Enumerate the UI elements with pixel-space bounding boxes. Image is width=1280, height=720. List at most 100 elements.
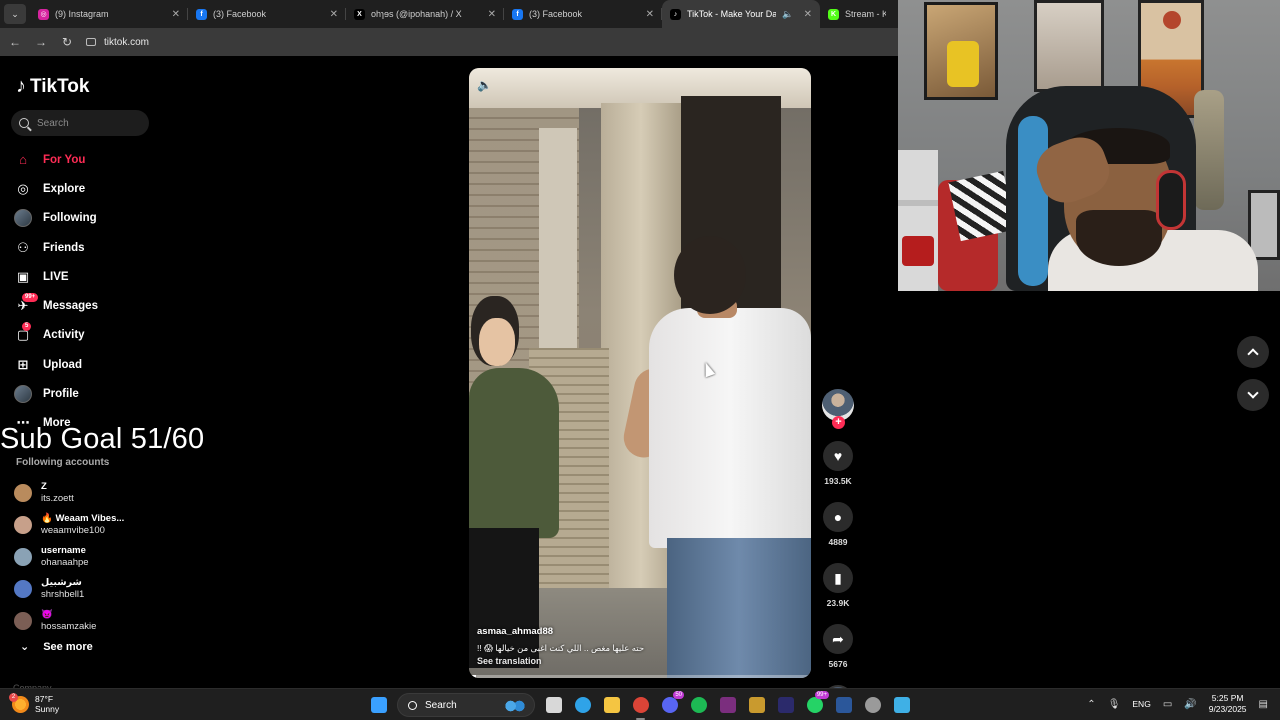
taskbar-search[interactable]: Search (397, 693, 535, 717)
browser-tab[interactable]: ◎ (9) Instagram ✕ (30, 0, 188, 28)
volume-icon[interactable]: 🔊 (1184, 699, 1196, 710)
windows-start-icon[interactable] (364, 693, 393, 717)
sidebar-item-live[interactable]: ▣ LIVE (14, 262, 98, 291)
app-purple-icon[interactable] (713, 693, 742, 717)
clock[interactable]: 5:25 PM 9/23/2025 (1209, 693, 1247, 715)
close-tab-icon[interactable]: ✕ (804, 9, 812, 20)
sidebar-item-label: LIVE (43, 270, 69, 283)
network-icon[interactable]: ▭ (1163, 699, 1172, 710)
sidebar-item-friends[interactable]: ⚇ Friends (14, 233, 98, 262)
back-icon[interactable]: ← (8, 35, 22, 49)
tab-label: TikTok - Make Your Day (687, 9, 777, 19)
save-button[interactable]: ▮ (823, 563, 853, 593)
weather-condition: Sunny (35, 704, 60, 714)
clock-time: 5:25 PM (1211, 693, 1244, 703)
sidebar-item-messages[interactable]: ✈ 99+ Messages (14, 291, 98, 320)
browser-tab[interactable]: Xohɿɘs (@ipohanah) / X ✕ (346, 0, 504, 28)
follow-plus-icon[interactable]: + (832, 416, 845, 429)
tray-chevron-up-icon[interactable]: ⌃ (1087, 699, 1095, 710)
list-item[interactable]: Zits.zoett (14, 477, 124, 509)
chrome-icon[interactable] (626, 693, 655, 720)
see-translation-link[interactable]: See translation (477, 656, 542, 666)
logo-text: TikTok (30, 75, 90, 97)
language-indicator[interactable]: ENG (1132, 699, 1150, 709)
browser-tab[interactable]: ♪ TikTok - Make Your Day 🔈 ✕ (662, 0, 820, 28)
creator-avatar[interactable]: + (822, 389, 854, 429)
previous-video-button[interactable] (1237, 336, 1269, 368)
notifications-icon[interactable]: ▤ (1259, 699, 1268, 710)
spotify-icon[interactable] (684, 693, 713, 717)
list-item[interactable]: 👿 hossamzakie (14, 605, 124, 637)
tiktok-logo[interactable]: ♪ TikTok (16, 75, 89, 98)
premiere-icon[interactable] (771, 693, 800, 717)
task-view-icon[interactable] (539, 693, 568, 717)
sidebar-item-explore[interactable]: ◎ Explore (14, 174, 98, 203)
list-item[interactable]: 🔥 Weaam Vibes... weaamvibe100 (14, 509, 124, 541)
address-bar: ← → ↻ tiktok.com (0, 28, 898, 56)
search-icon (19, 118, 29, 128)
clock-date: 9/23/2025 (1208, 704, 1247, 714)
share-button[interactable]: ➦ (823, 624, 853, 654)
sidebar-item-profile[interactable]: Profile (14, 379, 98, 408)
video-progress-bar[interactable] (469, 675, 811, 678)
browser-tab[interactable]: f (3) Facebook ✕ (504, 0, 662, 28)
sidebar-item-for-you[interactable]: ⌂ For You (14, 145, 98, 174)
close-tab-icon[interactable]: ✕ (172, 9, 180, 20)
browser-tab-bar: ⌄ ◎ (9) Instagram ✕ f (3) Facebook ✕ Xohɿɘs (@… (0, 0, 898, 28)
reload-icon[interactable]: ↻ (60, 35, 74, 49)
app-circle-icon[interactable] (858, 693, 887, 717)
next-video-button[interactable] (1237, 379, 1269, 411)
sun-icon: 2 (9, 692, 29, 713)
weather-widget[interactable]: 2 87°F Sunny (9, 692, 60, 714)
see-more-button[interactable]: ⌄ See more (20, 640, 93, 654)
sidebar-item-label: Following (43, 212, 97, 225)
microphone-icon[interactable]: 🎙 (1108, 699, 1121, 710)
forward-icon[interactable]: → (34, 35, 48, 49)
list-item[interactable]: username ohanaahpe (14, 541, 124, 573)
sidebar-item-upload[interactable]: ⊞ Upload (14, 350, 98, 379)
x-icon: X (354, 8, 365, 20)
weather-temp: 87°F (35, 694, 54, 704)
windows-taskbar: 2 87°F Sunny Search 50 99+ ⌃ 🎙 ENG ▭ 🔊 5:2… (0, 688, 1280, 720)
tab-label: (9) Instagram (55, 9, 109, 19)
kick-icon: K (828, 8, 839, 20)
avatar (14, 385, 32, 404)
video-progress-fill (469, 675, 476, 678)
close-tab-icon[interactable]: ✕ (646, 9, 654, 20)
like-button[interactable]: ♥ (823, 441, 853, 471)
video-player[interactable]: 🔈 asmaa_ahmad88 حته عليها مغص .. اللي كن… (469, 68, 811, 678)
volume-icon[interactable]: 🔈 (477, 78, 492, 92)
list-item[interactable]: شرشبيل shrshbell1 (14, 573, 124, 605)
close-tab-icon[interactable]: ✕ (330, 9, 338, 20)
notepad-icon[interactable] (887, 693, 916, 717)
app-badge: 50 (673, 691, 684, 699)
app-gold-icon[interactable] (742, 693, 771, 717)
sidebar-item-following[interactable]: Following (14, 204, 98, 233)
video-author[interactable]: asmaa_ahmad88 (477, 626, 553, 637)
discord-icon[interactable]: 50 (655, 691, 684, 717)
account-display-name: شرشبيل (41, 577, 82, 588)
word-icon[interactable] (829, 693, 858, 717)
instagram-icon: ◎ (38, 8, 49, 20)
whatsapp-icon[interactable]: 99+ (800, 691, 829, 717)
tab-audio-icon[interactable]: 🔈 (782, 9, 793, 20)
heart-icon: ♥ (833, 448, 843, 464)
account-username: ohanaahpe (41, 557, 89, 568)
account-username: hossamzakie (41, 621, 97, 632)
taskbar-apps: Search 50 99+ (364, 691, 916, 720)
search-input[interactable]: Search (11, 110, 149, 136)
comment-button[interactable]: ● (823, 502, 853, 532)
edge-icon[interactable] (568, 693, 597, 717)
tiktok-note-icon: ♪ (16, 75, 26, 97)
url-field[interactable]: tiktok.com (86, 37, 149, 48)
close-tab-icon[interactable]: ✕ (488, 9, 496, 20)
weather-badge: 2 (9, 692, 18, 702)
site-info-icon[interactable] (86, 38, 96, 46)
account-username: its.zoett (41, 493, 74, 504)
tab-search-button[interactable]: ⌄ (4, 4, 26, 24)
browser-tab[interactable]: f (3) Facebook ✕ (188, 0, 346, 28)
avatar (14, 548, 32, 566)
browser-tab[interactable]: K Stream - Kick Da (820, 0, 894, 28)
file-explorer-icon[interactable] (597, 693, 626, 717)
sidebar-item-activity[interactable]: ▢ 5 Activity (14, 321, 98, 350)
